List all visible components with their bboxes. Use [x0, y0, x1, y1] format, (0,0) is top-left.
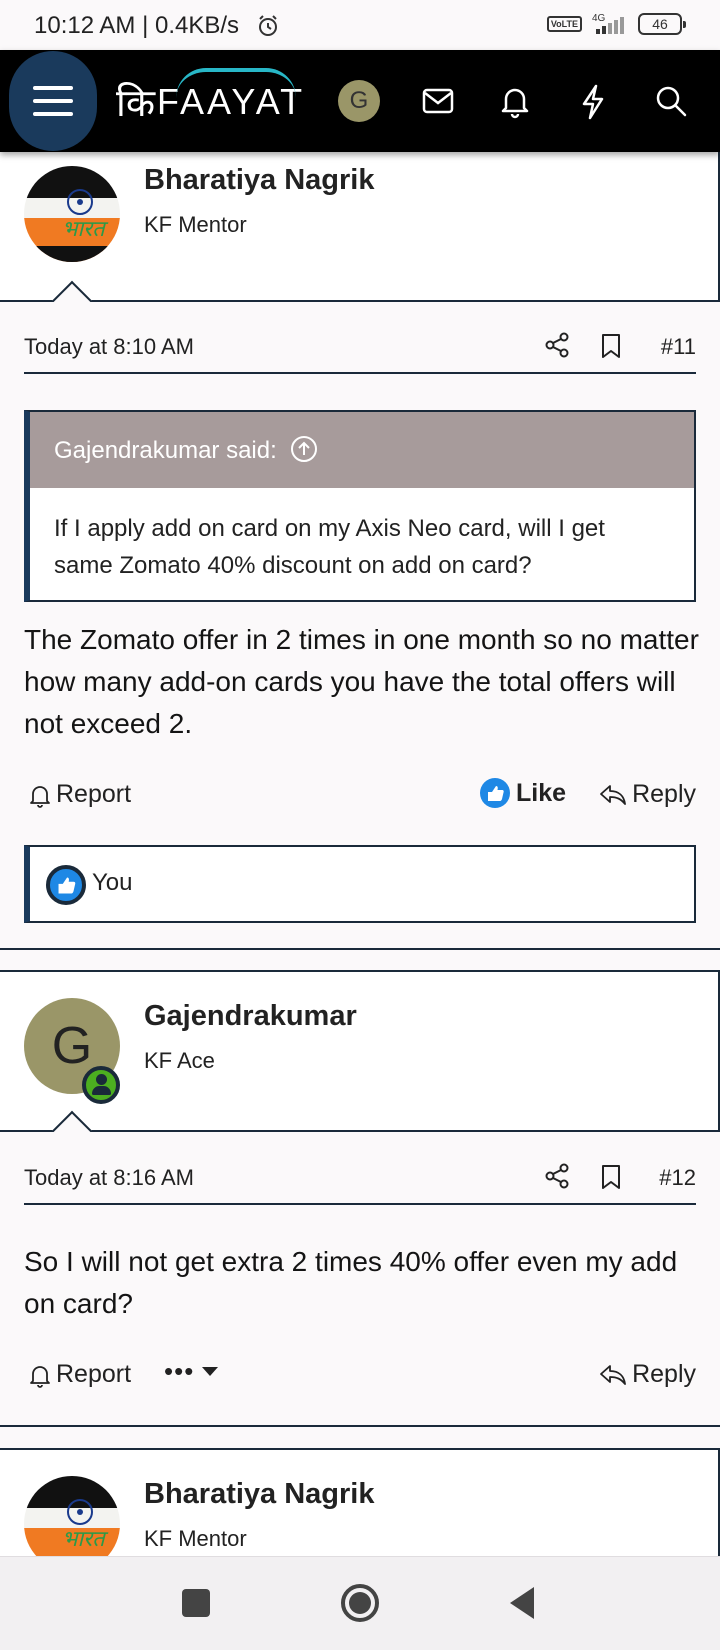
status-time: 10:12 AM | 0.4KB/s: [34, 12, 240, 39]
quote-text: If I apply add on card on my Axis Neo ca…: [54, 515, 605, 579]
post-11-meta: Today at 8:10 AM #11: [24, 324, 696, 374]
author-title: KF Mentor: [144, 1526, 247, 1551]
reply-icon: [600, 784, 626, 805]
bookmark-icon[interactable]: [598, 332, 624, 360]
bell-icon[interactable]: [494, 80, 536, 122]
signal-icon: 4G: [592, 13, 624, 34]
circle-icon: [341, 1584, 379, 1622]
like-label: Like: [516, 778, 567, 807]
status-bar: 10:12 AM | 0.4KB/s VoLTE 4G 46: [0, 0, 720, 50]
post-divider: [0, 948, 720, 950]
thumbs-up-icon: [480, 778, 510, 808]
back-button[interactable]: [504, 1583, 544, 1623]
menu-icon: [33, 86, 73, 90]
reply-button[interactable]: Reply: [598, 1360, 696, 1389]
reply-label: Reply: [632, 780, 696, 808]
svg-text:4G: 4G: [592, 13, 606, 24]
bell-outline-icon: [30, 785, 50, 808]
like-button[interactable]: Like: [480, 778, 566, 808]
square-icon: [182, 1589, 210, 1617]
author-name[interactable]: Bharatiya Nagrik: [144, 164, 375, 197]
card-notch: [52, 1110, 92, 1132]
bookmark-icon[interactable]: [598, 1163, 624, 1191]
report-label: Report: [56, 1360, 132, 1388]
report-button[interactable]: Report: [28, 1360, 131, 1389]
post-number[interactable]: #12: [659, 1165, 696, 1191]
post-12-message: So I will not get extra 2 times 40% offe…: [24, 1246, 678, 1319]
home-button[interactable]: [340, 1583, 380, 1623]
post-11-reactions[interactable]: You: [24, 845, 696, 923]
post-11-actions: Report Like Reply: [24, 776, 696, 816]
post-12-user-card: G Gajendrakumar KF Ace: [0, 970, 720, 1132]
reply-icon: [600, 1364, 626, 1385]
post-date[interactable]: Today at 8:16 AM: [24, 1165, 194, 1191]
svg-text:भारत: भारत: [62, 1527, 109, 1552]
author-name[interactable]: Bharatiya Nagrik: [144, 1478, 375, 1511]
author-title: KF Mentor: [144, 212, 247, 237]
recents-button[interactable]: [176, 1583, 216, 1623]
post-number[interactable]: #11: [661, 334, 696, 360]
share-icon[interactable]: [544, 1163, 570, 1189]
site-logo[interactable]: कि FAAYAT: [116, 68, 305, 130]
more-dots-icon: •••: [164, 1356, 195, 1386]
author-name[interactable]: Gajendrakumar: [144, 1000, 357, 1033]
lightning-icon[interactable]: [572, 80, 614, 122]
bell-outline-icon: [30, 1365, 50, 1388]
svg-text:भारत: भारत: [62, 217, 109, 242]
reply-button[interactable]: Reply: [598, 780, 696, 809]
post-date[interactable]: Today at 8:10 AM: [24, 334, 194, 360]
post-11-user-card: भारत Bharatiya Nagrik KF Mentor: [0, 148, 720, 302]
triangle-back-icon: [510, 1587, 534, 1619]
thumbs-up-reaction-icon: [46, 865, 86, 905]
share-icon[interactable]: [544, 332, 570, 358]
quote-header[interactable]: Gajendrakumar said:: [30, 412, 694, 488]
card-notch: [52, 280, 92, 302]
author-title: KF Ace: [144, 1048, 215, 1073]
post-divider: [0, 1425, 720, 1427]
post-12-meta: Today at 8:16 AM #12: [24, 1155, 696, 1205]
arrow-up-circle-icon[interactable]: [291, 436, 318, 462]
reactions-text[interactable]: You: [92, 869, 133, 897]
logo-arc: [176, 68, 296, 98]
battery-indicator: 46: [638, 13, 686, 35]
reply-label: Reply: [632, 1360, 696, 1388]
caret-down-icon: [202, 1367, 219, 1376]
online-status-icon: [82, 1066, 120, 1104]
app-header: कि FAAYAT G: [0, 50, 720, 152]
alarm-icon: [259, 15, 277, 36]
mail-icon[interactable]: [417, 80, 459, 122]
search-icon[interactable]: [650, 80, 692, 122]
report-button[interactable]: Report: [28, 780, 131, 809]
user-avatar-button[interactable]: G: [338, 80, 380, 122]
post-11-message: The Zomato offer in 2 times in one month…: [24, 624, 699, 739]
post-11-quote: Gajendrakumar said: If I apply add on ca…: [24, 410, 696, 602]
system-nav-bar: [0, 1556, 720, 1650]
report-label: Report: [56, 780, 132, 808]
quote-author: Gajendrakumar said:: [54, 437, 277, 464]
logo-devanagari: कि: [116, 81, 158, 125]
author-avatar[interactable]: भारत: [24, 166, 120, 262]
volte-badge: VoLTE: [546, 16, 582, 32]
status-right: VoLTE 4G 46: [546, 12, 686, 36]
more-options-button[interactable]: •••: [164, 1356, 219, 1387]
menu-button[interactable]: [9, 51, 97, 151]
post-12-actions: Report ••• Reply: [24, 1356, 696, 1396]
